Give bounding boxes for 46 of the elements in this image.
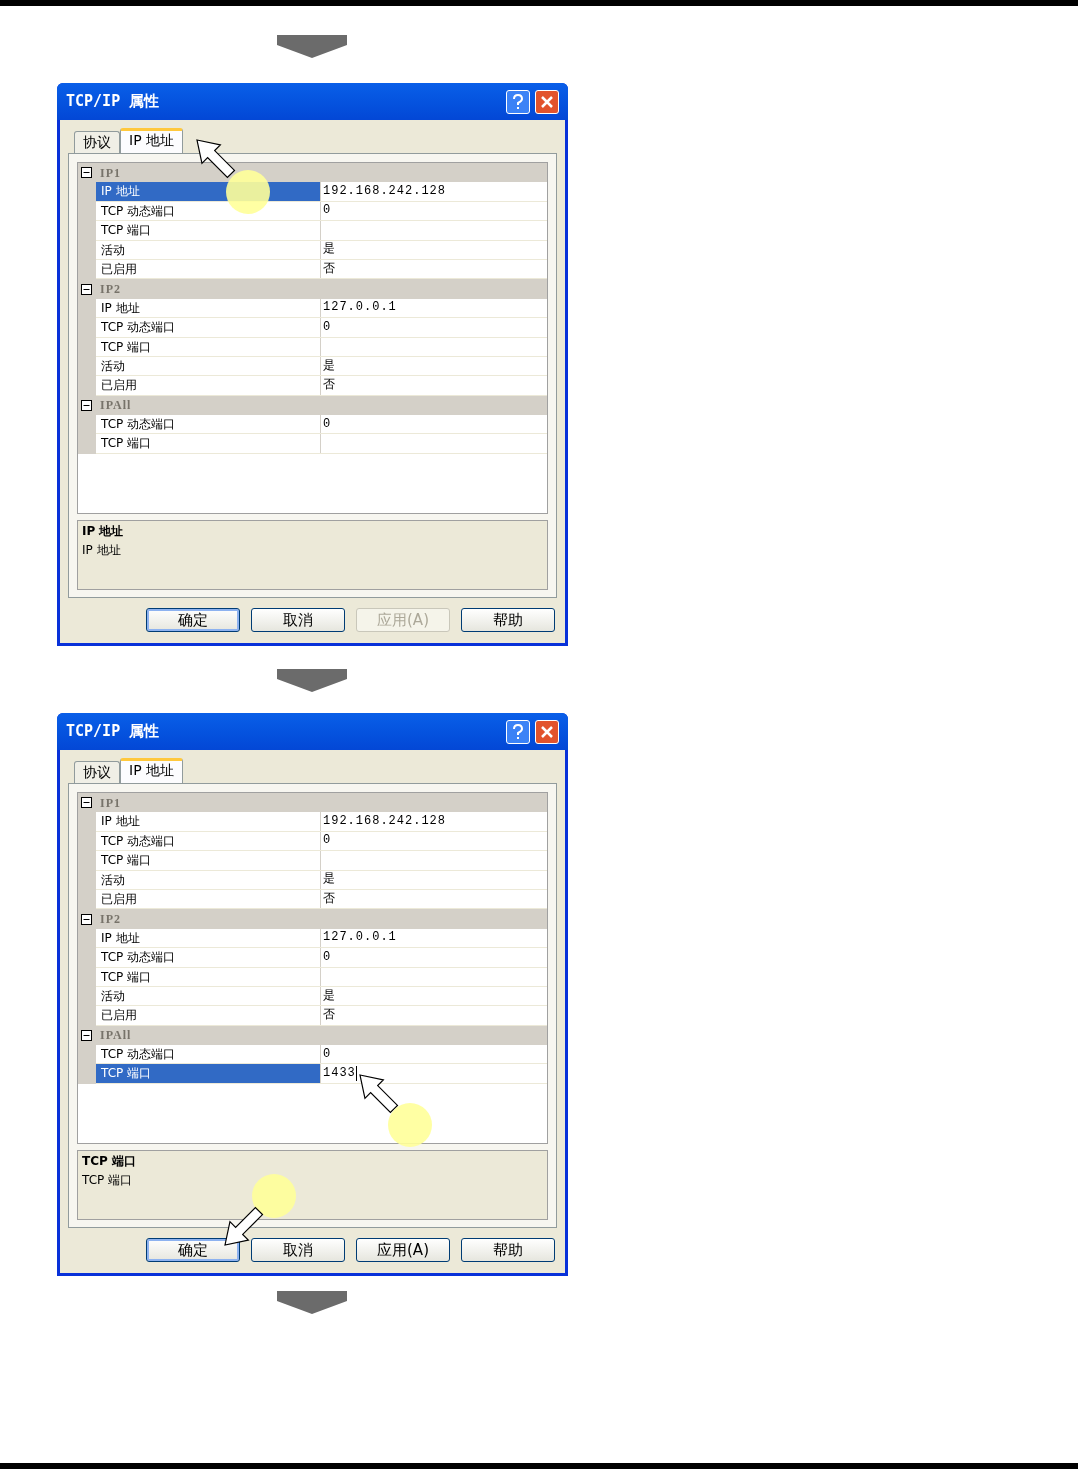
dialog-button[interactable]: 确定: [146, 608, 240, 632]
close-icon: [541, 725, 553, 738]
close-button[interactable]: [535, 89, 559, 114]
down-arrow-icon: [277, 669, 347, 692]
dialog-button[interactable]: 应用(A): [356, 1238, 450, 1262]
group-name: IPAll: [100, 1027, 132, 1045]
collapse-icon[interactable]: [81, 399, 92, 411]
tab[interactable]: 协议: [74, 761, 120, 783]
group-name: IP2: [100, 911, 121, 929]
description-title: TCP 端口: [82, 1153, 137, 1170]
tab[interactable]: IP 地址: [120, 128, 184, 153]
description-text: TCP 端口: [82, 1172, 134, 1189]
help-button[interactable]: [506, 719, 530, 744]
close-icon: [541, 95, 553, 108]
dialog-button[interactable]: 帮助: [461, 608, 555, 632]
collapse-icon[interactable]: [81, 167, 92, 179]
pointer-arrow-icon: [359, 1074, 399, 1114]
close-button[interactable]: [535, 719, 559, 744]
window-title: TCP/IP 属性: [66, 91, 160, 113]
collapse-icon[interactable]: [81, 913, 92, 925]
dialog-button[interactable]: 取消: [251, 1238, 345, 1262]
help-button[interactable]: [506, 89, 530, 114]
collapse-icon[interactable]: [81, 1029, 92, 1041]
pointer-arrow-icon: [224, 1206, 264, 1246]
dialog-button[interactable]: 确定: [146, 1238, 240, 1262]
highlight-circle: [226, 170, 270, 214]
group-name: IP2: [100, 281, 121, 299]
question-mark-icon: [513, 723, 523, 740]
collapse-icon[interactable]: [81, 797, 92, 809]
description-title: IP 地址: [82, 523, 125, 540]
collapse-icon[interactable]: [81, 283, 92, 295]
group-name: IP1: [100, 794, 121, 812]
down-arrow-icon: [277, 1291, 347, 1314]
group-name: IP1: [100, 164, 121, 182]
description-text: IP 地址: [82, 542, 122, 559]
property-name[interactable]: TCP 端口: [96, 1064, 320, 1083]
dialog-button[interactable]: 帮助: [461, 1238, 555, 1262]
dialog-button[interactable]: 取消: [251, 608, 345, 632]
question-mark-icon: [513, 93, 523, 110]
tab[interactable]: 协议: [74, 131, 120, 153]
window-title: TCP/IP 属性: [66, 721, 160, 743]
highlight-circle: [252, 1174, 296, 1218]
highlight-circle: [388, 1103, 432, 1147]
group-name: IPAll: [100, 397, 132, 415]
tab[interactable]: IP 地址: [120, 758, 184, 783]
down-arrow-icon: [277, 35, 347, 58]
